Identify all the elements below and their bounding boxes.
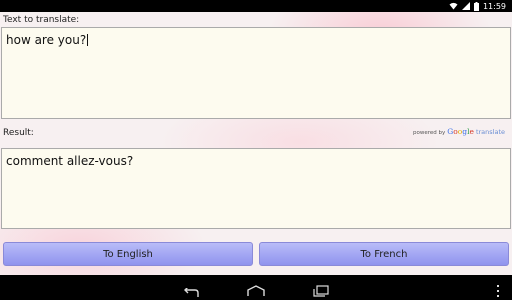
signal-icon [461,2,470,10]
recent-apps-icon[interactable] [313,282,329,300]
to-english-button[interactable]: To English [3,242,253,266]
wifi-icon [449,2,458,10]
powered-by-text: powered by [413,130,446,136]
overflow-menu-icon[interactable] [496,282,500,300]
input-label: Text to translate: [3,15,80,25]
to-french-button[interactable]: To French [259,242,509,266]
source-text-input[interactable]: how are you? [1,27,511,119]
source-text-value: how are you? [6,33,87,47]
home-icon[interactable] [247,282,265,300]
result-text-value: comment allez-vous? [6,154,134,168]
google-logo: Google [447,127,474,136]
result-label: Result: [3,128,34,138]
status-time: 11:59 [482,1,506,11]
back-icon[interactable] [182,283,200,300]
navigation-bar [0,275,512,300]
status-bar: 11:59 [0,0,512,12]
result-text-area[interactable]: comment allez-vous? [1,148,511,229]
battery-icon [473,1,479,11]
text-caret [87,34,89,46]
google-translate-attribution: powered by Google translate [413,127,505,136]
translate-text: translate [475,128,505,136]
